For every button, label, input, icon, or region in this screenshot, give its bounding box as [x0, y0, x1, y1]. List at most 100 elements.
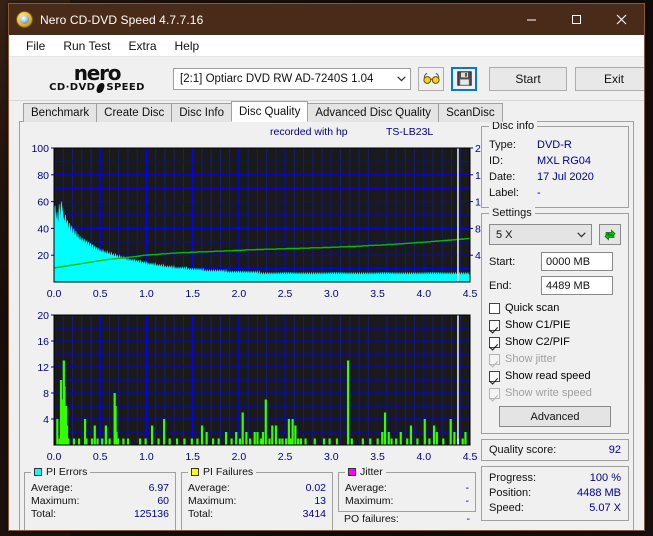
pi-failures-average-row: Average: 0.02 — [188, 482, 326, 495]
pi-failures-chart: 4 8 12 16 20 0.0 0.5 1.0 1.5 2.0 2.5 3.0 3.5 4.0 4.5 — [37, 310, 478, 463]
chevron-down-icon — [571, 231, 591, 238]
checkbox-quick-scan[interactable]: Quick scan — [489, 300, 621, 316]
disc-info-id-row: ID: MXL RG04 — [489, 153, 621, 169]
checkbox-label: Show write speed — [505, 387, 592, 399]
disc-info-group: Disc info Type: DVD-R ID: MXL RG04 Date:… — [481, 120, 629, 208]
nero-logo: nero CD·DVD SPEED — [17, 63, 165, 93]
title-bar: Nero CD-DVD Speed 4.7.7.16 — [9, 4, 644, 35]
checkbox-show-c2-pif[interactable]: Show C2/PIF — [489, 334, 621, 350]
svg-text:100: 100 — [31, 143, 49, 155]
svg-text:1.5: 1.5 — [185, 451, 200, 463]
pi-failures-average-label: Average: — [188, 482, 230, 494]
checkbox-show-read-speed[interactable]: Show read speed — [489, 368, 621, 384]
menu-help[interactable]: Help — [166, 37, 209, 55]
settings-legend: Settings — [489, 207, 535, 219]
menu-run-test[interactable]: Run Test — [54, 37, 119, 55]
pi-errors-maximum-label: Maximum: — [31, 495, 80, 507]
tab-scandisc[interactable]: ScanDisc — [438, 103, 503, 122]
pi-failures-maximum-row: Maximum: 13 — [188, 495, 326, 508]
jitter-legend-label: Jitter — [360, 466, 383, 478]
tab-advanced-disc-quality[interactable]: Advanced Disc Quality — [307, 103, 440, 122]
minimize-icon[interactable] — [509, 4, 554, 35]
pi-errors-total-value: 125136 — [133, 508, 169, 520]
svg-text:20: 20 — [37, 250, 49, 262]
jitter-legend: Jitter — [345, 466, 386, 478]
disc-quality-panel: recorded with hp TS-LB23L 20 40 60 80 100 4 8 1… — [19, 120, 634, 530]
media-code-label: TS-LB23L — [386, 126, 434, 138]
checkbox-show-write-speed: Show write speed — [489, 385, 621, 401]
svg-text:4: 4 — [43, 414, 49, 426]
window-title: Nero CD-DVD Speed 4.7.7.16 — [40, 12, 204, 27]
disc-label-label: Label: — [489, 187, 519, 199]
exit-button[interactable]: Exit — [575, 66, 644, 91]
start-field-row: Start: 0000 MB — [489, 252, 621, 271]
svg-text:1.0: 1.0 — [139, 451, 154, 463]
disc-type-value: DVD-R — [537, 139, 572, 151]
pi-failures-color-swatch — [191, 468, 199, 476]
pi-errors-maximum-row: Maximum: 60 — [31, 495, 169, 508]
pi-errors-legend-label: PI Errors — [46, 466, 88, 478]
position-value: 4488 MB — [576, 487, 621, 499]
nero-disc-icon — [16, 11, 33, 28]
start-label: Start: — [489, 255, 516, 268]
svg-text:8: 8 — [43, 388, 49, 400]
end-input-value: 4489 MB — [546, 279, 591, 292]
disc-type-label: Type: — [489, 139, 516, 151]
quality-score-box: Quality score: 92 — [481, 439, 629, 461]
progress-row: Progress: 100 % — [489, 471, 621, 486]
glasses-icon-button[interactable] — [418, 66, 444, 91]
svg-text:0.0: 0.0 — [47, 288, 62, 300]
disc-label-value: - — [537, 187, 541, 199]
floppy-save-icon — [456, 71, 472, 86]
svg-text:3.5: 3.5 — [370, 288, 385, 300]
menu-file[interactable]: File — [17, 37, 54, 55]
svg-text:4.5: 4.5 — [463, 451, 478, 463]
start-input[interactable]: 0000 MB — [541, 252, 613, 271]
logo-cd-dvd-text: CD·DVD — [49, 82, 96, 93]
end-input[interactable]: 4489 MB — [541, 276, 613, 295]
menu-extra[interactable]: Extra — [119, 37, 165, 55]
jitter-average-label: Average: — [345, 482, 387, 494]
tab-content-disc-quality: recorded with hp TS-LB23L 20 40 60 80 100 4 8 1… — [9, 120, 644, 530]
tab-create-disc[interactable]: Create Disc — [96, 103, 173, 122]
checkbox-show-c1-pie[interactable]: Show C1/PIE — [489, 317, 621, 333]
tab-disc-quality[interactable]: Disc Quality — [231, 101, 309, 122]
save-button[interactable] — [451, 66, 477, 91]
checkbox-show-jitter: Show jitter — [489, 351, 621, 367]
svg-text:1.0: 1.0 — [139, 288, 154, 300]
pi-failures-graph: 4 8 12 16 20 0.0 0.5 1.0 1.5 2.0 2.5 3.0 3.5 4.0 4.5 — [24, 309, 477, 468]
advanced-button[interactable]: Advanced — [499, 406, 611, 427]
svg-text:1.5: 1.5 — [185, 288, 200, 300]
start-button[interactable]: Start — [489, 66, 567, 91]
quality-score-value: 92 — [608, 444, 621, 456]
refresh-button[interactable] — [599, 224, 621, 245]
tab-disc-info[interactable]: Disc Info — [171, 103, 232, 122]
svg-text:2.0: 2.0 — [232, 451, 247, 463]
pi-failures-total-label: Total: — [188, 508, 214, 520]
svg-text:80: 80 — [37, 170, 49, 182]
svg-text:0.5: 0.5 — [93, 451, 108, 463]
jitter-average-value: - — [465, 482, 470, 494]
disc-date-value: 17 Jul 2020 — [537, 171, 594, 183]
speed-value: 5.07 X — [589, 502, 621, 514]
disc-id-label: ID: — [489, 155, 504, 167]
speed-row-readout: Speed: 5.07 X — [489, 501, 621, 516]
pi-errors-average-row: Average: 6.97 — [31, 482, 169, 495]
pi-errors-average-value: 6.97 — [148, 482, 169, 494]
speed-label: Speed: — [489, 502, 524, 514]
graphs-column: recorded with hp TS-LB23L 20 40 60 80 100 4 8 1… — [24, 126, 487, 530]
speed-select[interactable]: 5 X — [489, 224, 592, 245]
progress-box: Progress: 100 % Position: 4488 MB Speed:… — [481, 466, 629, 521]
svg-text:2.0: 2.0 — [232, 288, 247, 300]
maximize-icon[interactable] — [554, 4, 599, 35]
start-input-value: 0000 MB — [546, 255, 591, 268]
end-label: End: — [489, 279, 512, 292]
close-icon[interactable] — [599, 4, 644, 35]
drive-select-value: [2:1] Optiarc DVD RW AD-7240S 1.04 — [180, 72, 374, 85]
position-label: Position: — [489, 487, 532, 499]
drive-select[interactable]: [2:1] Optiarc DVD RW AD-7240S 1.04 — [173, 67, 411, 90]
tab-benchmark[interactable]: Benchmark — [23, 103, 98, 122]
application-window: Nero CD-DVD Speed 4.7.7.16 File Run Test… — [8, 3, 645, 531]
jitter-average-row: Average: - — [345, 482, 469, 495]
checkbox-icon — [489, 387, 500, 399]
